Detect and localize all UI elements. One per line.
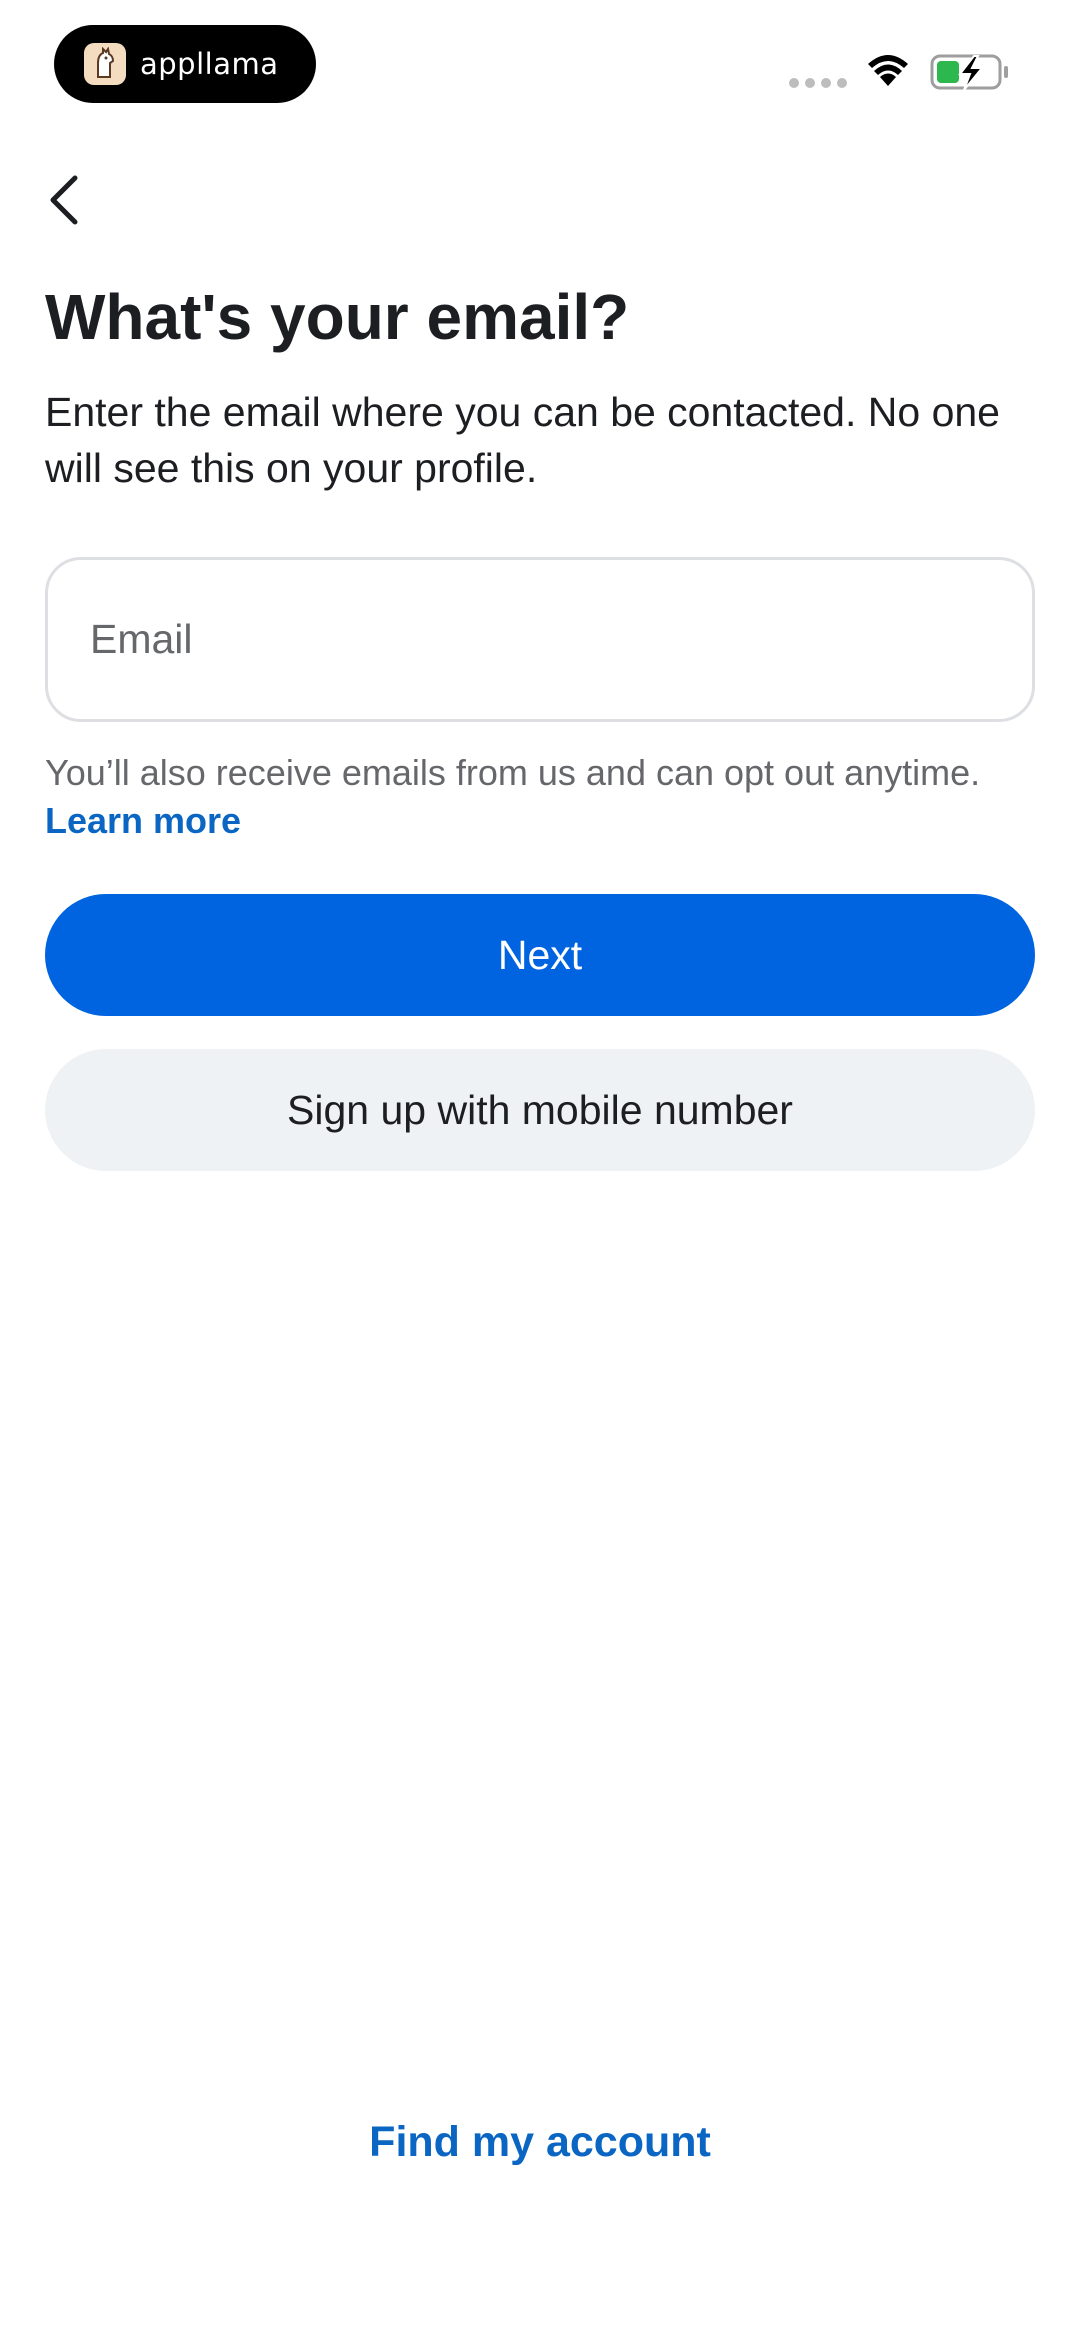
back-button[interactable] (40, 170, 90, 230)
status-bar: appllama (0, 0, 1080, 120)
email-signup-screen: appllama What's your email? Enter the em… (0, 0, 1080, 2337)
signal-dots-icon (789, 78, 847, 88)
learn-more-link[interactable]: Learn more (45, 800, 241, 842)
email-helper-text: You’ll also receive emails from us and c… (45, 752, 981, 793)
app-name-label: appllama (140, 47, 279, 81)
find-my-account-link[interactable]: Find my account (0, 2118, 1080, 2167)
battery-charging-icon (930, 54, 1008, 91)
next-button[interactable]: Next (45, 894, 1035, 1016)
sign-up-with-mobile-button[interactable]: Sign up with mobile number (45, 1049, 1035, 1171)
page-subtitle: Enter the email where you can be contact… (45, 389, 1000, 491)
email-field[interactable] (45, 557, 1035, 722)
appllama-logo-icon (84, 43, 126, 85)
chevron-left-icon (50, 175, 78, 225)
page-title: What's your email? (45, 281, 630, 353)
app-indicator-pill[interactable]: appllama (54, 25, 316, 103)
wifi-icon (868, 55, 908, 86)
